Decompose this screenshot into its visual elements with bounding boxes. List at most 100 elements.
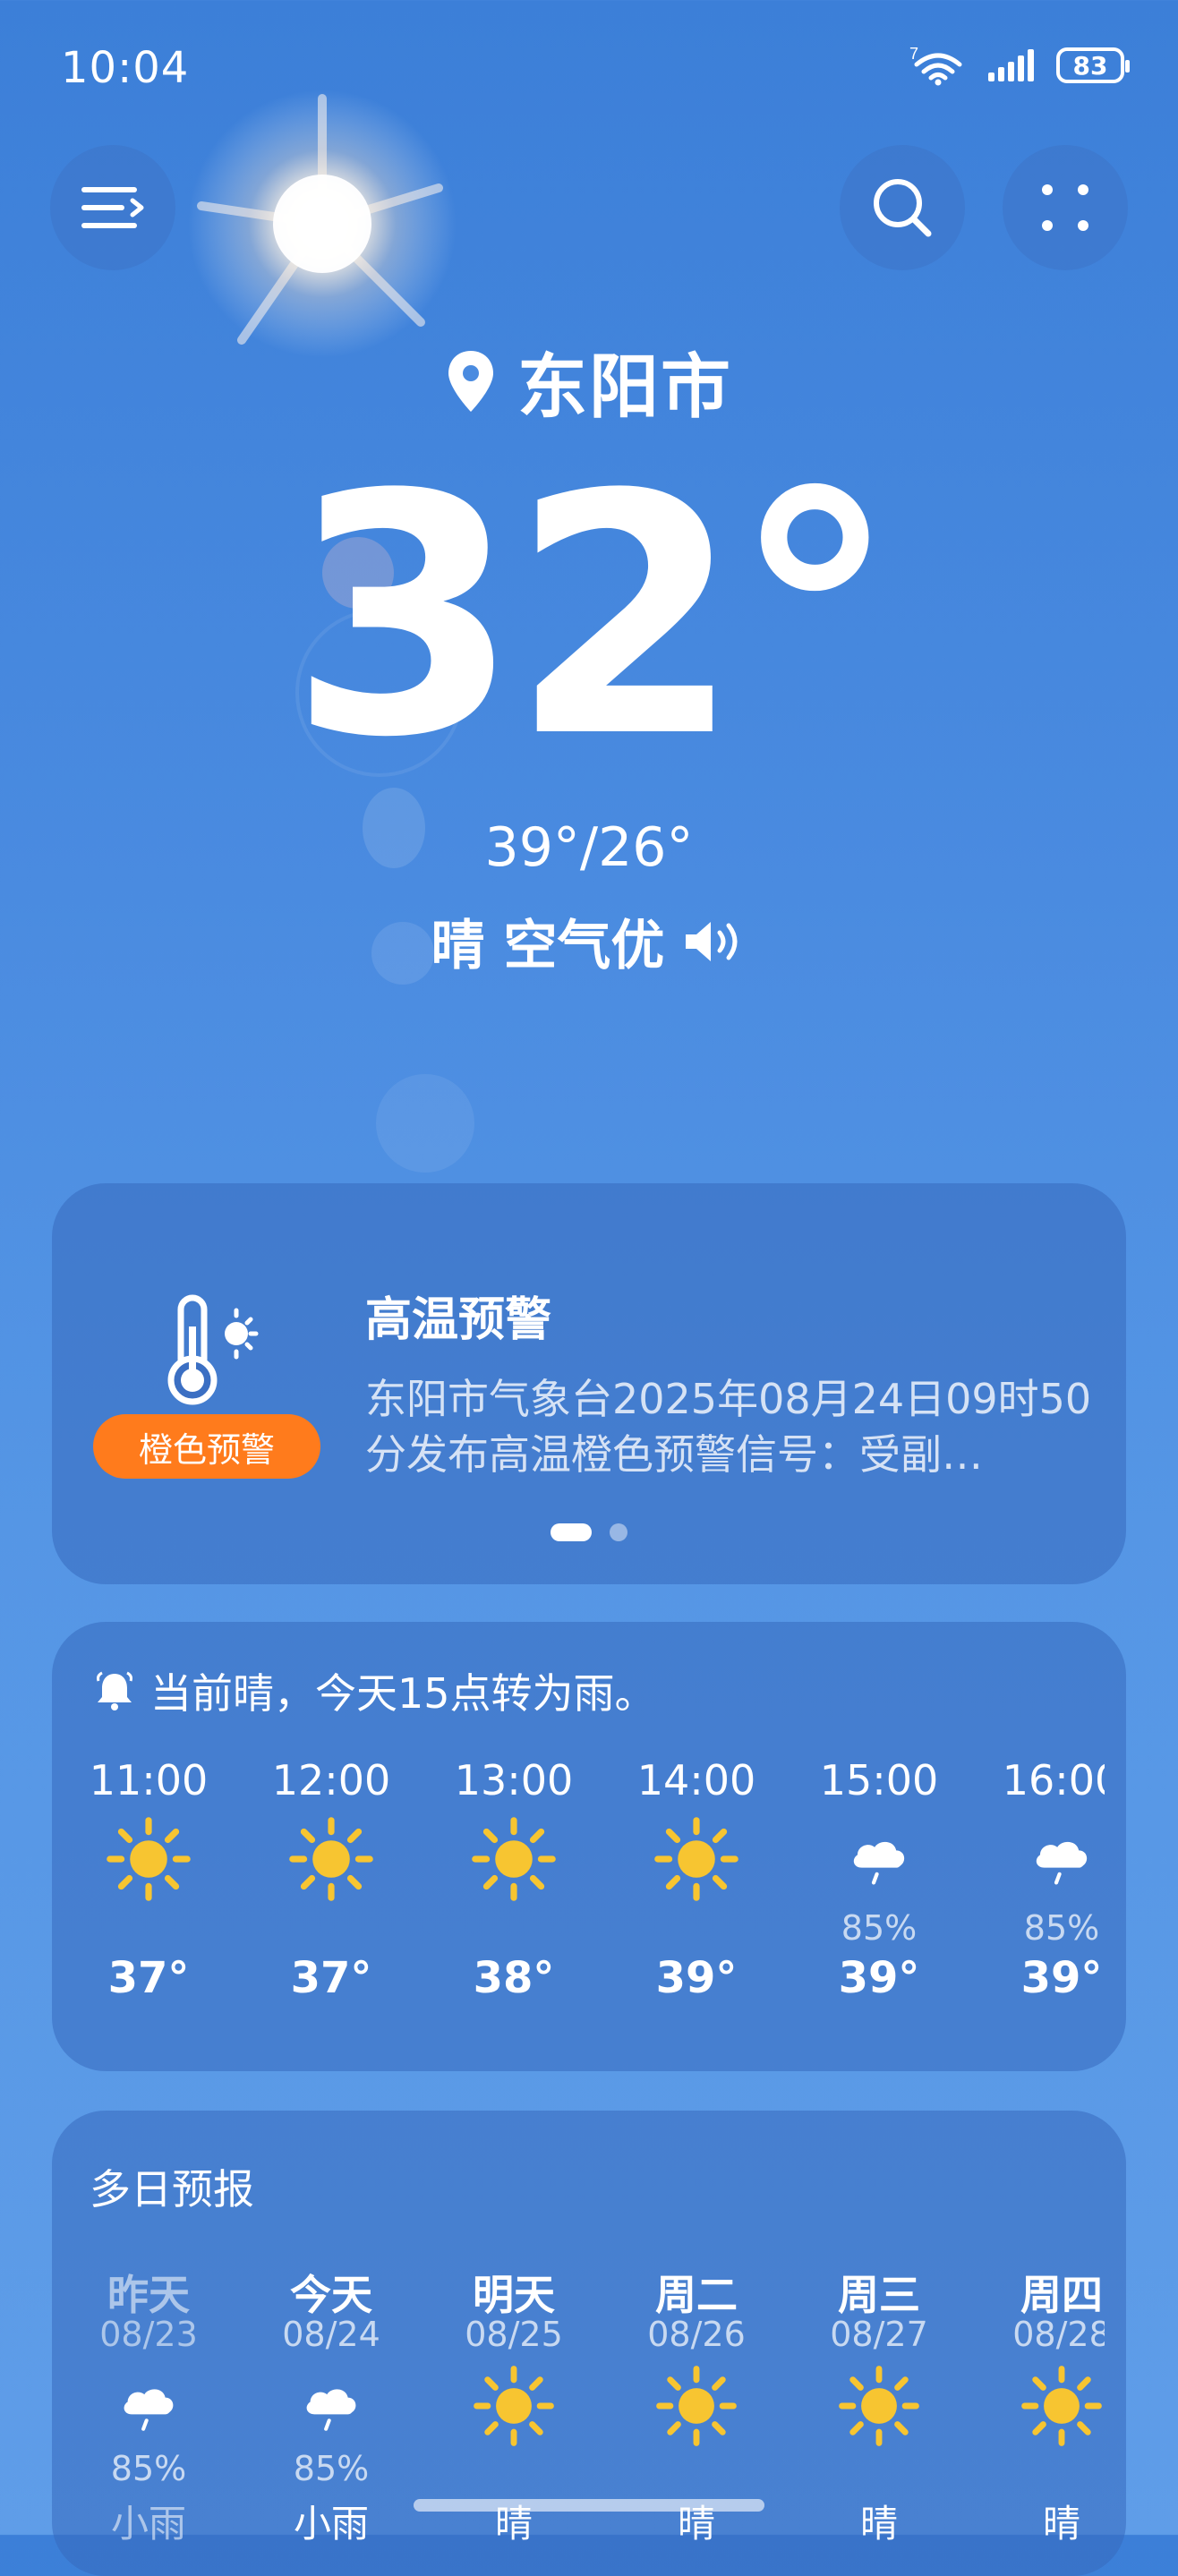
sun-icon	[474, 2366, 554, 2446]
daily-date: 08/27	[830, 2315, 928, 2354]
warning-title: 高温预警	[365, 1293, 552, 1347]
hourly-icon-wrap	[607, 1810, 786, 1908]
hourly-precip	[607, 1908, 786, 1953]
signal-icon	[988, 49, 1034, 81]
hourly-time: 15:00	[819, 1756, 939, 1804]
hourly-precip: 85%	[1023, 1908, 1100, 1948]
daily-day: 昨天	[107, 2271, 190, 2319]
hourly-temp: 37°	[290, 1953, 372, 2003]
hourly-precip	[242, 1908, 421, 1953]
daily-day: 周三	[838, 2271, 920, 2319]
daily-date: 08/24	[282, 2315, 380, 2354]
sun-icon	[289, 1817, 373, 1901]
search-button[interactable]	[840, 145, 965, 270]
hourly-precip	[424, 1908, 603, 1953]
daily-weather: 小雨	[293, 2502, 369, 2546]
condition-text: 晴 空气优	[431, 915, 665, 977]
high-low-temperature: 39°/26°	[484, 816, 694, 879]
location-header[interactable]: 东阳市	[0, 331, 1178, 431]
more-dots-icon	[1042, 184, 1088, 231]
daily-icon-wrap	[424, 2363, 603, 2449]
hourly-temp: 39°	[838, 1953, 920, 2003]
daily-precip	[790, 2449, 969, 2494]
daily-date: 08/25	[465, 2315, 563, 2354]
speaker-icon[interactable]	[682, 917, 747, 967]
hourly-icon-wrap	[790, 1810, 969, 1908]
hourly-time: 14:00	[636, 1756, 756, 1804]
sun-icon	[654, 1817, 738, 1901]
menu-icon	[81, 187, 144, 228]
daily-precip: 85%	[110, 2449, 187, 2488]
daily-title: 多日预报	[90, 2165, 254, 2213]
search-icon	[874, 179, 932, 237]
daily-icon-wrap	[66, 2363, 238, 2449]
rain-cloud-icon	[124, 2389, 174, 2431]
daily-precip	[424, 2449, 603, 2494]
daily-date: 08/28	[1012, 2315, 1105, 2354]
hourly-time: 13:00	[454, 1756, 574, 1804]
daily-day: 周四	[1020, 2271, 1103, 2319]
hourly-time: 12:00	[271, 1756, 391, 1804]
hourly-time: 11:00	[89, 1756, 209, 1804]
daily-icon-wrap	[790, 2363, 969, 2449]
hourly-summary: 当前晴，今天15点转为雨。	[95, 1661, 656, 1720]
hourly-precip	[66, 1908, 238, 1953]
lens-flare	[376, 1074, 474, 1173]
hourly-icon-wrap	[972, 1810, 1105, 1908]
page-dot	[610, 1523, 627, 1541]
city-name: 东阳市	[516, 347, 732, 428]
page-indicator	[52, 1523, 1126, 1541]
wifi-standard-label: 7	[909, 45, 918, 63]
sun-icon	[839, 2366, 919, 2446]
warning-text: 东阳市气象台2025年08月24日09时50分发布高温橙色预警信号：受副…	[365, 1375, 1092, 1479]
menu-button[interactable]	[50, 145, 175, 270]
location-pin-icon	[448, 351, 493, 412]
hourly-item: 14:00 39°	[607, 1756, 786, 2003]
hourly-icon-wrap	[242, 1810, 421, 1908]
status-icons: 7 83	[909, 45, 1130, 86]
sun-icon	[472, 1817, 556, 1901]
bell-icon	[97, 1671, 132, 1710]
hourly-item: 13:00 38°	[424, 1756, 603, 2003]
daily-icon-wrap	[607, 2363, 786, 2449]
current-condition: 晴 空气优	[0, 902, 1178, 980]
hourly-strip[interactable]: 11:00 37° 12:00 37° 13:00 38° 14:00 39° 15:0…	[66, 1756, 1105, 2060]
sun-icon	[1021, 2366, 1102, 2446]
daily-weather: 小雨	[110, 2502, 186, 2546]
rain-cloud-icon	[306, 2389, 356, 2431]
daily-item: 周四 08/28 晴	[972, 2263, 1105, 2548]
sun-icon	[107, 1817, 191, 1901]
hourly-temp: 38°	[473, 1953, 555, 2003]
home-indicator	[414, 2499, 764, 2512]
daily-icon-wrap	[242, 2363, 421, 2449]
daily-date: 08/26	[647, 2315, 746, 2354]
thermometer-sun-icon	[167, 1294, 259, 1405]
wifi-icon: 7	[909, 45, 962, 86]
hourly-temp: 39°	[1020, 1953, 1103, 2003]
daily-item: 今天 08/24 85% 小雨	[242, 2263, 421, 2548]
hourly-temp: 37°	[107, 1953, 190, 2003]
more-button[interactable]	[1003, 145, 1128, 270]
hourly-forecast-card: 当前晴，今天15点转为雨。 11:00 37° 12:00 37° 13:00 38…	[52, 1622, 1126, 2071]
daily-precip: 85%	[293, 2449, 370, 2488]
hourly-item: 16:00 85% 39°	[972, 1756, 1105, 2003]
daily-icon-wrap	[972, 2363, 1105, 2449]
daily-weather: 晴	[859, 2502, 898, 2546]
daily-strip[interactable]: 昨天 08/23 85% 小雨 今天 08/24 85% 小雨 明天 08/25 晴…	[66, 2263, 1105, 2576]
battery-indicator: 83	[1056, 47, 1130, 83]
sun-icon	[656, 2366, 737, 2446]
daily-day: 周二	[655, 2271, 738, 2319]
daily-item: 昨天 08/23 85% 小雨	[66, 2263, 238, 2548]
daily-weather: 晴	[1042, 2502, 1080, 2546]
current-temperature: 32°	[289, 425, 898, 810]
hourly-precip: 85%	[841, 1908, 918, 1948]
rain-cloud-icon	[853, 1841, 905, 1885]
status-bar: 10:04 7 83	[0, 0, 1178, 134]
hourly-icon-wrap	[424, 1810, 603, 1908]
daily-day: 明天	[473, 2271, 555, 2319]
hourly-temp: 39°	[655, 1953, 738, 2003]
daily-day: 今天	[290, 2271, 372, 2319]
rain-cloud-icon	[1036, 1841, 1088, 1885]
heat-warning-card[interactable]: 橙色预警 高温预警 东阳市气象台2025年08月24日09时50分发布高温橙色预…	[52, 1183, 1126, 1584]
daily-precip	[607, 2449, 786, 2494]
